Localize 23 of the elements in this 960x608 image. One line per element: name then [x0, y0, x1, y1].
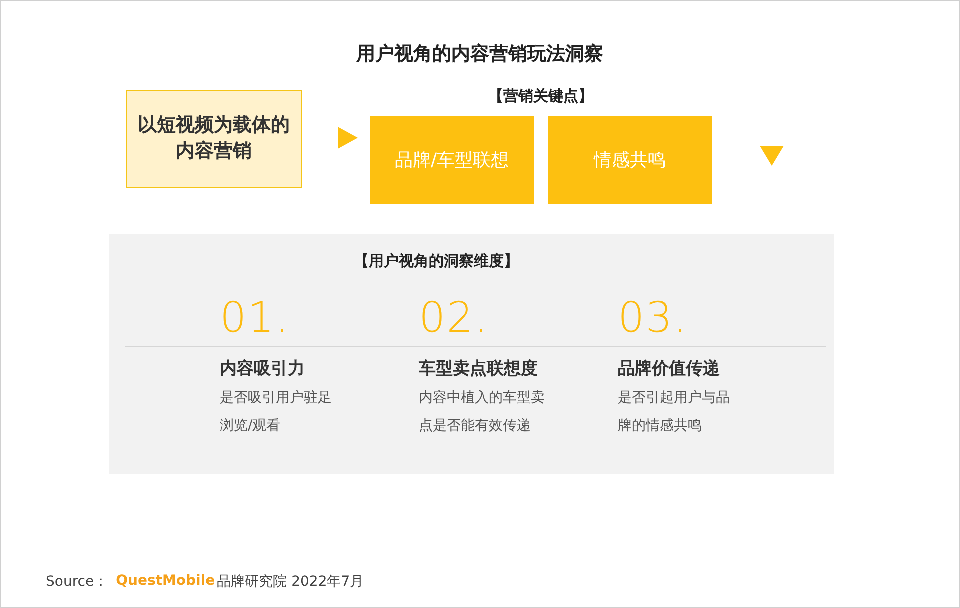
key-point-card: 情感共鸣: [548, 116, 712, 204]
insight-description: 点是否能有效传递: [419, 417, 532, 436]
key-point-card: 品牌/车型联想: [370, 116, 534, 204]
insight-title: 品牌价值传递: [618, 358, 721, 380]
insight-title: 车型卖点联想度: [419, 358, 539, 380]
step-number: 01.: [220, 293, 291, 342]
insight-description: 是否引起用户与品: [618, 389, 731, 408]
carrier-card: 以短视频为载体的内容营销: [126, 90, 302, 188]
insight-description: 内容中植入的车型卖: [419, 389, 546, 408]
slide-title: 用户视角的内容营销玩法洞察: [356, 42, 604, 67]
insight-description: 是否吸引用户驻足: [220, 389, 333, 408]
source-label: Source：: [46, 573, 108, 591]
step-number: 03.: [618, 293, 689, 342]
step-number: 02.: [419, 293, 490, 342]
insights-heading: 【用户视角的洞察维度】: [354, 252, 519, 271]
source-brand: QuestMobile: [116, 573, 216, 591]
insight-title: 内容吸引力: [220, 358, 306, 380]
right-triangle-icon: [338, 127, 358, 149]
insight-description: 牌的情感共鸣: [618, 417, 703, 436]
down-triangle-icon: [760, 146, 784, 166]
insight-description: 浏览/观看: [220, 417, 282, 436]
source-text: 品牌研究院 2022年7月: [217, 573, 364, 591]
key-points-heading: 【营销关键点】: [488, 87, 594, 106]
